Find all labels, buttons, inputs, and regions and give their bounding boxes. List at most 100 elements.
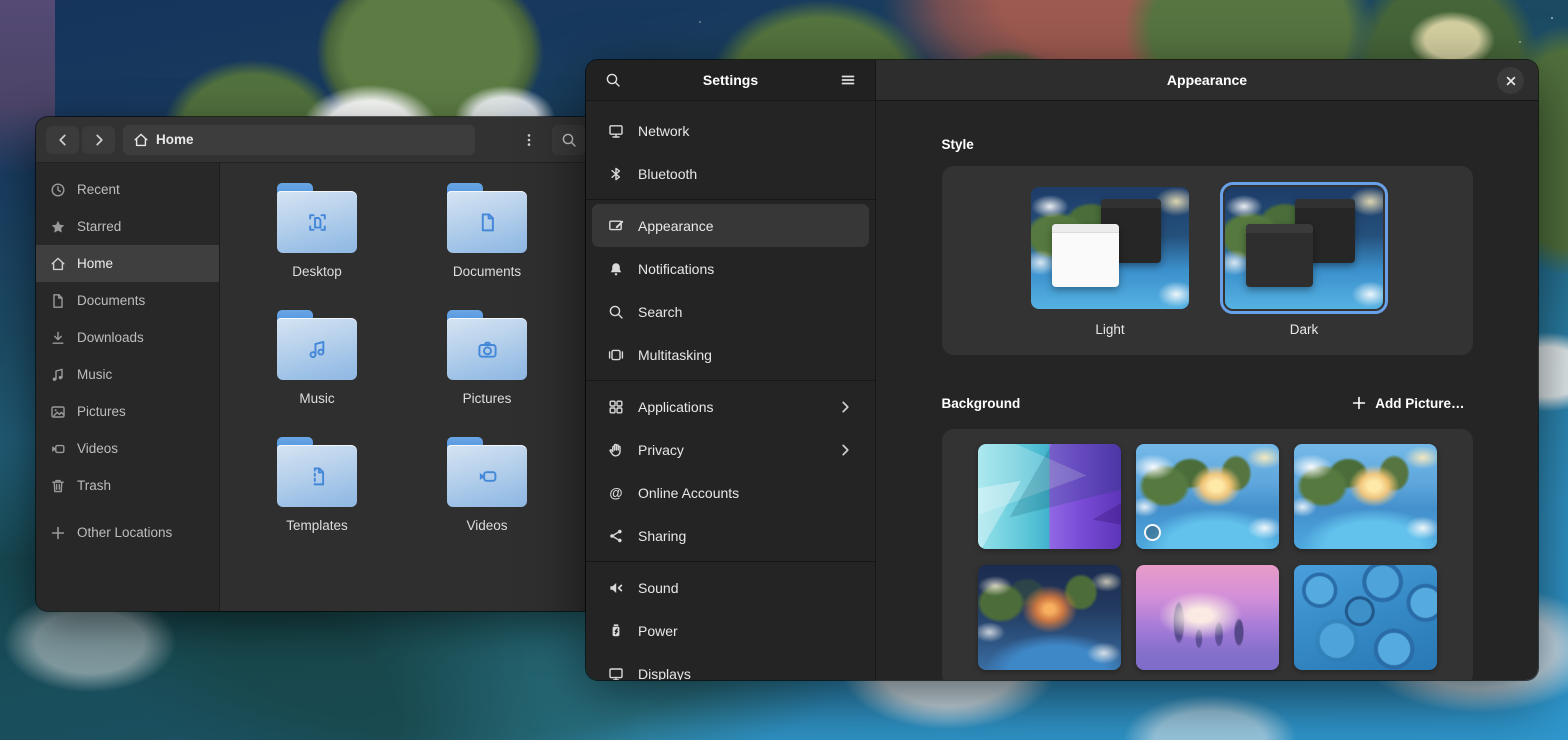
files-search-button[interactable] [552,125,586,155]
sidebar-item-label: Recent [77,182,120,197]
sidebar-item-label: Power [638,623,853,639]
wallpaper-thumb-winter-sunset[interactable] [1136,565,1279,670]
wallpaper-thumb-blue-pretzels[interactable] [1294,565,1437,670]
chevron-left-icon [55,132,71,148]
sidebar-item-displays[interactable]: Displays [592,652,869,680]
chevron-right-icon [837,442,853,458]
applications-icon [608,399,624,415]
preview-window-header [1246,224,1314,233]
style-preview-border [1026,182,1194,314]
video-icon [50,441,66,457]
sidebar-item-videos[interactable]: Videos [36,430,219,467]
wallpaper-thumb-night-landscape[interactable] [978,565,1121,670]
sidebar-item-documents[interactable]: Documents [36,282,219,319]
nav-buttons [46,126,115,154]
wallpaper-thumb-day-landscape-alt[interactable] [1294,444,1437,549]
sidebar-item-starred[interactable]: Starred [36,208,219,245]
folder-documents[interactable]: Documents [402,181,572,308]
files-sidebar: Recent StarredHomeDocumentsDownloads Music… [36,163,220,611]
sidebar-item-online-accounts[interactable]: @ Online Accounts [592,471,869,514]
settings-window: Settings NetworkBluetooth Appearance Notif… [586,60,1538,680]
settings-search-button[interactable] [598,65,628,95]
back-button[interactable] [46,126,79,154]
sidebar-item-label: Videos [77,441,118,456]
sidebar-item-power[interactable]: Power [592,609,869,652]
style-preview-border [1220,182,1388,314]
sharing-icon [608,528,624,544]
chevron-right-icon [837,399,853,415]
wallpaper-thumb-abstract-split-light-dark[interactable] [978,444,1121,549]
forward-button[interactable] [82,126,115,154]
sidebar-item-sharing[interactable]: Sharing [592,514,869,557]
sidebar-item-notifications[interactable]: Notifications [592,247,869,290]
sidebar-item-search[interactable]: Search [592,290,869,333]
displays-icon [608,666,624,681]
path-label: Home [156,132,194,147]
sidebar-item-home[interactable]: Home [36,245,219,282]
folder-icon [277,310,357,382]
folder-pictures[interactable]: Pictures [402,308,572,435]
sidebar-item-label: Music [77,367,112,382]
appearance-headerbar: Appearance [876,60,1538,101]
document-icon [50,293,66,309]
sidebar-item-privacy[interactable]: Privacy [592,428,869,471]
sidebar-item-appearance[interactable]: Appearance [592,204,869,247]
multitasking-icon [608,347,624,363]
settings-nav-list: NetworkBluetooth Appearance Notifications S… [586,101,875,680]
style-option-light[interactable]: Light [1026,182,1194,337]
sidebar-item-multitasking[interactable]: Multitasking [592,333,869,376]
sidebar-item-label: Multitasking [638,347,853,363]
files-window: Home RecentStarredHomeDocumentsDownloads… [36,117,596,611]
primary-menu-button[interactable] [833,65,863,95]
home-icon [50,256,66,272]
folder-body [277,318,357,380]
files-headerbar: Home [36,117,596,163]
sidebar-item-label: Notifications [638,261,853,277]
folder-desktop[interactable]: Desktop [232,181,402,308]
folder-music[interactable]: Music [232,308,402,435]
appearance-icon [608,218,624,234]
style-option-dark[interactable]: Dark [1220,182,1388,337]
sidebar-item-pictures[interactable]: Pictures [36,393,219,430]
preview-window-header [1101,199,1161,208]
path-bar[interactable]: Home [123,125,475,155]
folder-label: Documents [453,264,521,279]
folder-body [447,318,527,380]
sidebar-item-label: Appearance [638,218,853,234]
sidebar-item-network[interactable]: Network [592,109,869,152]
plus-icon [1351,395,1367,411]
sidebar-item-sound[interactable]: Sound [592,566,869,609]
folder-icon [447,437,527,509]
style-card: LightDark [942,166,1473,355]
folder-videos[interactable]: Videos [402,435,572,562]
sidebar-item-downloads[interactable]: Downloads [36,319,219,356]
close-button[interactable] [1497,67,1524,94]
wallpaper-thumb-day-landscape[interactable] [1136,444,1279,549]
folder-templates[interactable]: Templates [232,435,402,562]
folder-icon [277,437,357,509]
sidebar-item-label: Other Locations [77,525,172,540]
sidebar-item-bluetooth[interactable]: Bluetooth [592,152,869,195]
panel-scroll-area[interactable]: Style LightDark Background Add Picture… [876,101,1538,680]
preview-front-window [1052,224,1120,287]
sidebar-item-trash[interactable]: Trash [36,467,219,504]
sidebar-item-recent[interactable]: Recent [36,171,219,208]
files-menu-button[interactable] [514,125,544,155]
background-heading: Background [942,396,1021,411]
add-picture-button[interactable]: Add Picture… [1343,389,1472,417]
picture-icon [50,404,66,420]
pictures-emblem-icon [474,336,501,363]
files-body: RecentStarredHomeDocumentsDownloadsMusic… [36,163,596,611]
panel-title: Appearance [1167,72,1247,88]
sidebar-item-other-locations[interactable]: Other Locations [36,514,219,551]
search-icon [561,132,577,148]
home-icon [133,132,149,148]
sidebar-item-music[interactable]: Music [36,356,219,393]
sidebar-item-label: Pictures [77,404,126,419]
online-accounts-icon: @ [608,485,624,501]
sidebar-item-applications[interactable]: Applications [592,385,869,428]
folder-grid: Desktop Documents MusicPicturesTemplatesVi… [232,181,596,562]
sidebar-item-label: Online Accounts [638,485,853,501]
sidebar-item-label: Sharing [638,528,853,544]
settings-sidebar-headerbar: Settings [586,60,875,101]
